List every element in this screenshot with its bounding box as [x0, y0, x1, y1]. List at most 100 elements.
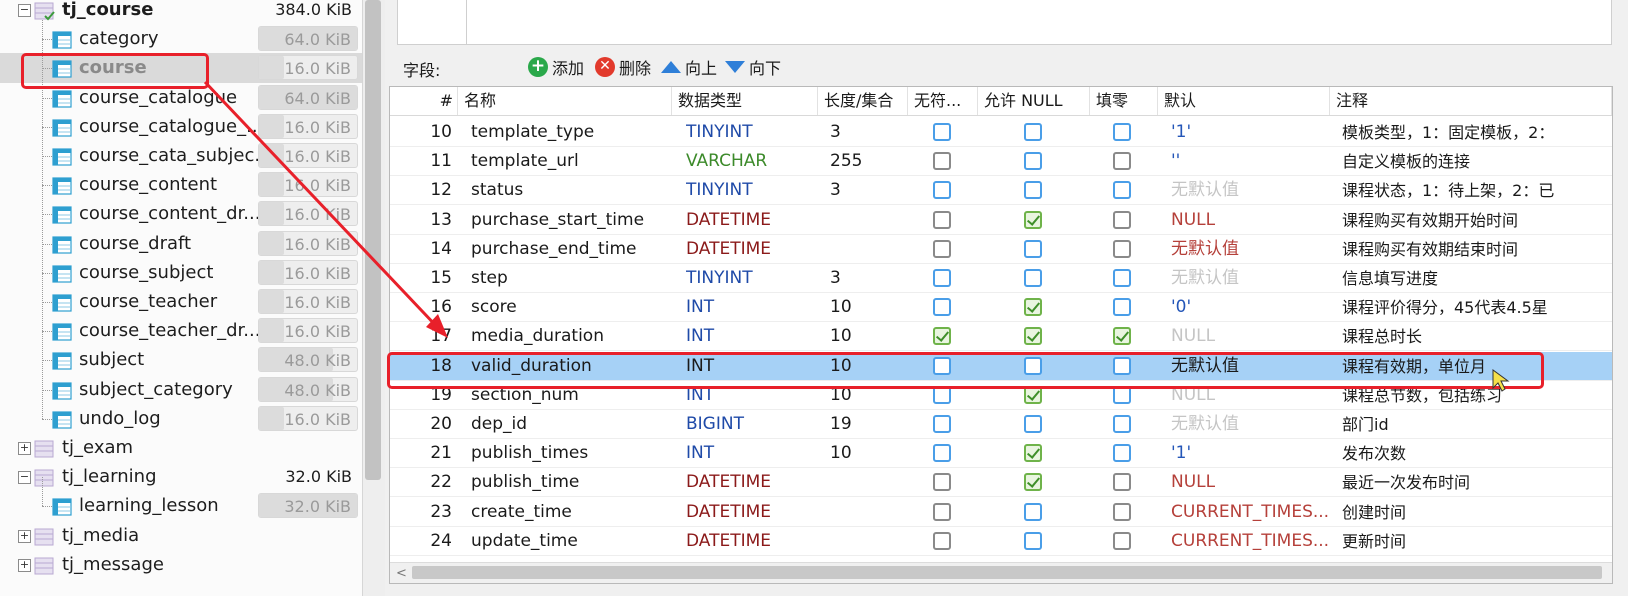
allow-null-checkbox[interactable] — [1024, 327, 1042, 346]
scroll-left-icon[interactable]: < — [396, 566, 407, 581]
field-row[interactable]: 13 purchase_start_time DATETIME NULL 课程购… — [390, 206, 1612, 235]
tree-scrollbar-thumb[interactable] — [365, 0, 381, 480]
table-item[interactable]: category 64.0 KiB — [0, 24, 362, 54]
allow-null-checkbox[interactable] — [1024, 181, 1042, 200]
unsigned-checkbox[interactable] — [933, 385, 951, 404]
column-header[interactable]: 无符... — [908, 87, 978, 115]
field-row[interactable]: 17 media_duration INT 10 NULL 课程总时长 — [390, 322, 1612, 352]
allow-null-checkbox[interactable] — [1024, 502, 1042, 521]
allow-null-checkbox[interactable] — [1024, 356, 1042, 375]
unsigned-checkbox[interactable] — [933, 298, 951, 317]
table-item[interactable]: course_cata_subjec... 16.0 KiB — [0, 141, 362, 171]
unsigned-checkbox[interactable] — [933, 356, 951, 375]
field-row[interactable]: 18 valid_duration INT 10 无默认值 课程有效期，单位月 — [390, 351, 1612, 381]
unsigned-checkbox[interactable] — [933, 415, 951, 433]
table-item[interactable]: course_content_dr... 16.0 KiB — [0, 199, 362, 229]
collapse-icon[interactable]: − — [18, 471, 31, 485]
unsigned-checkbox[interactable] — [933, 269, 951, 287]
unsigned-checkbox[interactable] — [933, 239, 951, 258]
database-item[interactable]: − tj_course 384.0 KiB — [0, 0, 362, 25]
field-row[interactable]: 12 status TINYINT 3 无默认值 课程状态，1：待上架，2：已 — [390, 176, 1612, 206]
allow-null-checkbox[interactable] — [1024, 444, 1042, 463]
zerofill-checkbox[interactable] — [1113, 269, 1131, 287]
options-input[interactable] — [466, 0, 1607, 44]
column-header[interactable]: 名称 — [458, 87, 672, 115]
table-item[interactable]: learning_lesson 32.0 KiB — [0, 477, 362, 521]
zerofill-checkbox[interactable] — [1113, 531, 1131, 550]
column-header[interactable]: 填零 — [1090, 87, 1158, 115]
allow-null-checkbox[interactable] — [1024, 473, 1042, 492]
column-header[interactable]: 默认 — [1158, 87, 1330, 115]
fields-grid[interactable]: # 名称 数据类型 长度/集合 无符... 允许 NULL 填零 默认 注释 10 templa… — [389, 86, 1613, 584]
zerofill-checkbox[interactable] — [1113, 444, 1131, 463]
database-tree[interactable]: − tj_course 384.0 KiB category 64.0 KiB … — [0, 0, 362, 596]
unsigned-checkbox[interactable] — [933, 473, 951, 492]
zerofill-checkbox[interactable] — [1113, 239, 1131, 258]
expand-icon[interactable]: + — [18, 558, 31, 572]
table-item[interactable]: course_content 16.0 KiB — [0, 170, 362, 200]
database-item[interactable]: + tj_exam — [0, 433, 362, 463]
unsigned-checkbox[interactable] — [933, 181, 951, 200]
allow-null-checkbox[interactable] — [1024, 210, 1042, 229]
allow-null-checkbox[interactable] — [1024, 298, 1042, 317]
collapse-icon[interactable]: − — [18, 4, 31, 17]
unsigned-checkbox[interactable] — [933, 123, 951, 141]
zerofill-checkbox[interactable] — [1113, 210, 1131, 229]
table-item[interactable]: course_teacher_dr... 16.0 KiB — [0, 316, 362, 346]
field-row[interactable]: 21 publish_times INT 10 '1' 发布次数 — [390, 439, 1612, 469]
unsigned-checkbox[interactable] — [933, 444, 951, 463]
table-item[interactable]: course_subject 16.0 KiB — [0, 258, 362, 288]
field-row[interactable]: 16 score INT 10 '0' 课程评价得分，45代表4.5星 — [390, 293, 1612, 323]
delete-field-button[interactable]: ✕ 删除 — [595, 55, 651, 79]
expand-icon[interactable]: + — [18, 529, 31, 543]
column-header[interactable]: 数据类型 — [672, 87, 818, 115]
table-item[interactable]: subject 48.0 KiB — [0, 345, 362, 375]
allow-null-checkbox[interactable] — [1024, 269, 1042, 287]
zerofill-checkbox[interactable] — [1113, 502, 1131, 521]
add-field-button[interactable]: + 添加 — [528, 55, 584, 79]
grid-horizontal-scrollbar[interactable]: < — [390, 562, 1612, 583]
zerofill-checkbox[interactable] — [1113, 415, 1131, 433]
database-item[interactable]: − tj_learning 32.0 KiB — [0, 462, 362, 492]
allow-null-checkbox[interactable] — [1024, 239, 1042, 258]
zerofill-checkbox[interactable] — [1113, 385, 1131, 404]
unsigned-checkbox[interactable] — [933, 502, 951, 521]
zerofill-checkbox[interactable] — [1113, 152, 1131, 171]
table-item[interactable]: subject_category 48.0 KiB — [0, 375, 362, 405]
database-item[interactable]: + tj_message — [0, 550, 362, 580]
zerofill-checkbox[interactable] — [1113, 473, 1131, 492]
zerofill-checkbox[interactable] — [1113, 356, 1131, 375]
allow-null-checkbox[interactable] — [1024, 415, 1042, 433]
zerofill-checkbox[interactable] — [1113, 327, 1131, 346]
field-row[interactable]: 19 section_num INT 10 NULL 课程总节数，包括练习 — [390, 381, 1612, 410]
field-row[interactable]: 14 purchase_end_time DATETIME 无默认值 课程购买有… — [390, 235, 1612, 264]
field-row[interactable]: 22 publish_time DATETIME NULL 最近一次发布时间 — [390, 468, 1612, 498]
unsigned-checkbox[interactable] — [933, 327, 951, 346]
field-row[interactable]: 11 template_url VARCHAR 255 '' 自定义模板的连接 — [390, 147, 1612, 177]
field-row[interactable]: 15 step TINYINT 3 无默认值 信息填写进度 — [390, 264, 1612, 293]
zerofill-checkbox[interactable] — [1113, 298, 1131, 317]
tree-scrollbar[interactable] — [362, 0, 385, 596]
table-item[interactable]: undo_log 16.0 KiB — [0, 404, 362, 434]
column-header[interactable]: 允许 NULL — [978, 87, 1090, 115]
zerofill-checkbox[interactable] — [1113, 123, 1131, 141]
expand-icon[interactable]: + — [18, 442, 31, 455]
table-item[interactable]: course_catalogue_... 16.0 KiB — [0, 112, 362, 142]
field-row[interactable]: 10 template_type TINYINT 3 '1' 模板类型，1：固定… — [390, 118, 1612, 147]
field-row[interactable]: 23 create_time DATETIME CURRENT_TIMES...… — [390, 498, 1612, 527]
allow-null-checkbox[interactable] — [1024, 123, 1042, 141]
column-header[interactable]: 注释 — [1330, 87, 1612, 115]
grid-scrollbar-thumb[interactable] — [412, 566, 1602, 579]
column-header[interactable]: # — [390, 87, 458, 115]
unsigned-checkbox[interactable] — [933, 531, 951, 550]
allow-null-checkbox[interactable] — [1024, 385, 1042, 404]
unsigned-checkbox[interactable] — [933, 210, 951, 229]
unsigned-checkbox[interactable] — [933, 152, 951, 171]
column-header[interactable]: 长度/集合 — [818, 87, 908, 115]
table-item[interactable]: course_teacher 16.0 KiB — [0, 287, 362, 317]
allow-null-checkbox[interactable] — [1024, 531, 1042, 550]
database-item[interactable]: + tj_media — [0, 521, 362, 551]
zerofill-checkbox[interactable] — [1113, 181, 1131, 200]
allow-null-checkbox[interactable] — [1024, 152, 1042, 171]
field-row[interactable]: 24 update_time DATETIME CURRENT_TIMES...… — [390, 527, 1612, 556]
